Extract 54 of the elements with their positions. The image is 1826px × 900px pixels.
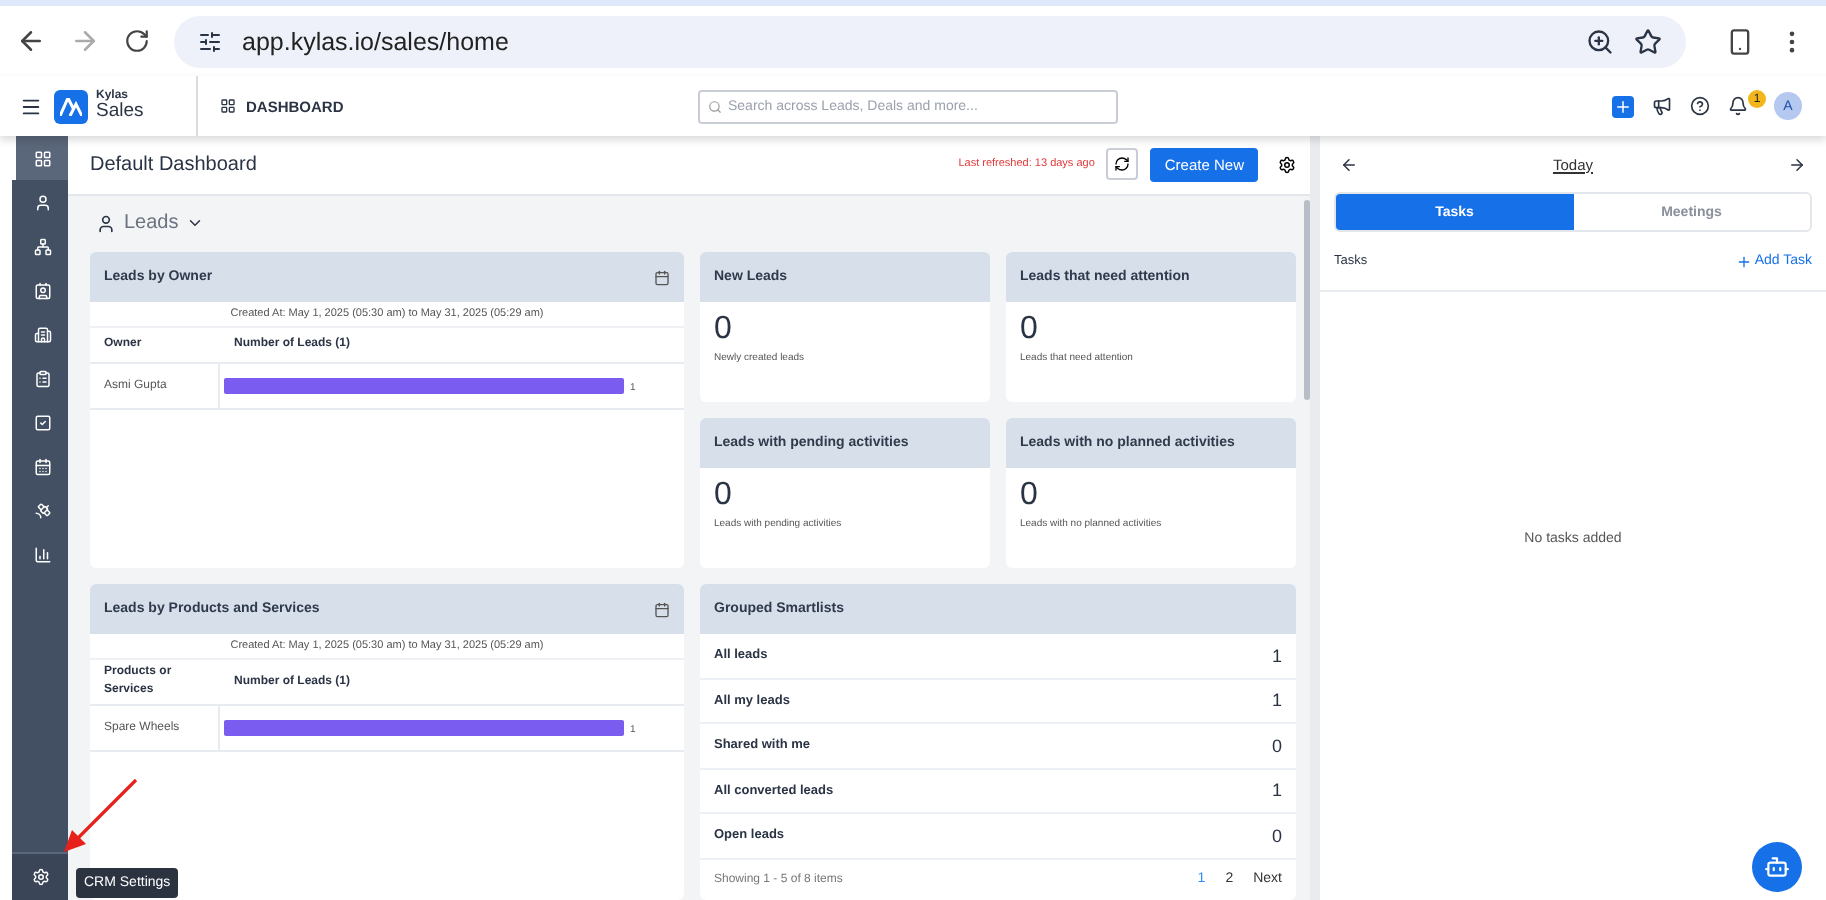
refresh-button[interactable] [1106, 148, 1139, 181]
dashboard-icon [220, 98, 236, 114]
stat-value: 0 [1020, 314, 1040, 346]
add-button[interactable] [1612, 95, 1634, 117]
site-settings-icon[interactable] [198, 29, 222, 53]
back-icon[interactable] [16, 26, 46, 56]
refresh-icon [1114, 156, 1131, 173]
calendar-icon [33, 457, 51, 475]
url-text: app.kylas.io/sales/home [242, 27, 511, 55]
zoom-icon[interactable] [1586, 27, 1614, 55]
reload-icon[interactable] [124, 28, 150, 54]
clipboard-icon [33, 369, 51, 387]
settings-button[interactable] [12, 852, 68, 900]
smartlist-count: 0 [1271, 825, 1282, 846]
smartlist-count: 1 [1271, 780, 1282, 801]
chart-icon [33, 545, 51, 563]
satellite-icon [33, 501, 51, 519]
dashboard-title: Default Dashboard [90, 153, 259, 176]
smartlist-count: 0 [1271, 735, 1282, 756]
entity-dropdown[interactable]: Leads [68, 195, 205, 252]
hierarchy-icon [33, 237, 51, 255]
dashboard-icon [33, 149, 51, 167]
smartlist-count: 1 [1271, 690, 1282, 711]
megaphone-icon[interactable] [1652, 96, 1672, 116]
chatbot-button[interactable] [1752, 842, 1802, 892]
menu-icon[interactable] [20, 95, 42, 117]
previous-arrow-icon[interactable] [1340, 155, 1358, 173]
address-bar[interactable]: app.kylas.io/sales/home [174, 15, 1686, 67]
phone-icon[interactable] [1726, 27, 1754, 55]
robot-icon [1764, 854, 1790, 880]
building-icon [33, 325, 51, 343]
dashboard-nav-item[interactable] [12, 136, 68, 180]
smartlist-count: 1 [1271, 645, 1282, 666]
person-icon [96, 213, 116, 234]
settings-icon [1278, 155, 1296, 174]
product-name: Sales [96, 102, 146, 122]
plus-icon [1736, 253, 1753, 269]
search-icon [708, 99, 722, 113]
calendar-icon[interactable] [654, 601, 670, 617]
calendar-icon[interactable] [654, 269, 670, 285]
person-icon [33, 193, 51, 211]
stat-value: 0 [714, 480, 734, 512]
plus-icon [1614, 97, 1632, 115]
next-arrow-icon[interactable] [1787, 155, 1806, 173]
star-icon[interactable] [1634, 27, 1662, 55]
notification-icon[interactable] [1728, 96, 1748, 116]
logo-icon [54, 89, 88, 123]
settings-icon [31, 868, 49, 886]
contact-card-icon [33, 281, 51, 299]
help-icon[interactable] [1690, 96, 1710, 116]
stat-value: 0 [1020, 480, 1040, 512]
annotation-arrow [64, 778, 138, 852]
stat-value: 0 [714, 314, 734, 346]
checkbox-icon [33, 413, 51, 431]
